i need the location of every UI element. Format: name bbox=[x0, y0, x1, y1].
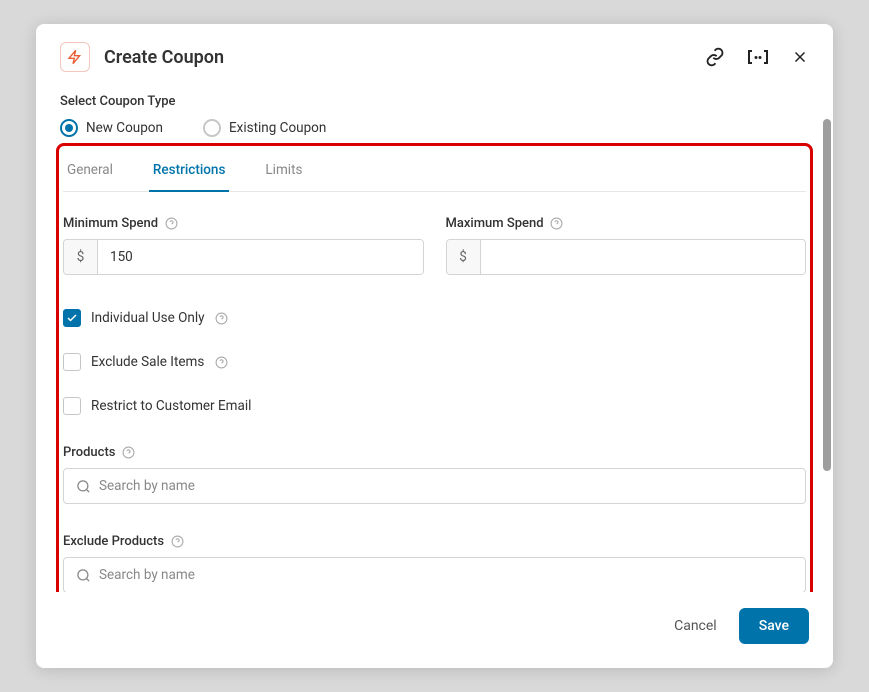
min-spend-label: Minimum Spend bbox=[63, 216, 424, 231]
min-spend-input[interactable] bbox=[98, 240, 423, 274]
exclude-products-search-wrapper bbox=[63, 557, 806, 592]
close-icon[interactable] bbox=[791, 48, 809, 66]
radio-existing-coupon[interactable]: Existing Coupon bbox=[203, 119, 326, 137]
products-search-wrapper bbox=[63, 468, 806, 504]
individual-use-checkbox[interactable] bbox=[63, 309, 81, 327]
max-spend-label: Maximum Spend bbox=[446, 216, 807, 231]
help-icon[interactable] bbox=[164, 217, 178, 231]
restrict-email-row: Restrict to Customer Email bbox=[63, 397, 806, 415]
save-button[interactable]: Save bbox=[739, 608, 809, 644]
help-icon[interactable] bbox=[215, 311, 229, 325]
products-label-text: Products bbox=[63, 445, 115, 460]
tab-general[interactable]: General bbox=[63, 152, 117, 192]
search-icon bbox=[76, 568, 91, 583]
help-icon[interactable] bbox=[170, 535, 184, 549]
currency-prefix: $ bbox=[447, 240, 481, 274]
restrict-email-label: Restrict to Customer Email bbox=[91, 398, 251, 414]
spend-row: Minimum Spend $ Maximum Spend $ bbox=[63, 216, 806, 275]
search-icon bbox=[76, 479, 91, 494]
help-icon[interactable] bbox=[121, 446, 135, 460]
lightning-icon bbox=[60, 42, 90, 72]
currency-prefix: $ bbox=[64, 240, 98, 274]
tab-restrictions[interactable]: Restrictions bbox=[149, 152, 230, 192]
help-icon[interactable] bbox=[550, 217, 564, 231]
max-spend-field: Maximum Spend $ bbox=[446, 216, 807, 275]
individual-use-label: Individual Use Only bbox=[91, 310, 205, 326]
tab-limits[interactable]: Limits bbox=[261, 152, 306, 192]
exclude-products-section: Exclude Products bbox=[63, 534, 806, 592]
modal-header: Create Coupon bbox=[36, 24, 833, 84]
shortcode-icon[interactable] bbox=[747, 48, 769, 66]
radio-new-coupon-label: New Coupon bbox=[86, 120, 163, 136]
checkbox-group: Individual Use Only Exclude Sale Items R… bbox=[63, 309, 806, 415]
tabs: General Restrictions Limits bbox=[63, 146, 806, 192]
min-spend-input-group: $ bbox=[63, 239, 424, 275]
min-spend-field: Minimum Spend $ bbox=[63, 216, 424, 275]
coupon-type-radio-group: New Coupon Existing Coupon bbox=[60, 119, 809, 137]
create-coupon-modal: Create Coupon Select Coupon Type New Cou… bbox=[36, 24, 833, 668]
modal-title: Create Coupon bbox=[104, 47, 705, 68]
min-spend-label-text: Minimum Spend bbox=[63, 216, 158, 231]
products-section: Products bbox=[63, 445, 806, 504]
radio-new-coupon[interactable]: New Coupon bbox=[60, 119, 163, 137]
restrict-email-checkbox[interactable] bbox=[63, 397, 81, 415]
coupon-type-label: Select Coupon Type bbox=[60, 94, 809, 109]
exclude-products-label-text: Exclude Products bbox=[63, 534, 164, 549]
exclude-products-label: Exclude Products bbox=[63, 534, 806, 549]
exclude-sale-row: Exclude Sale Items bbox=[63, 353, 806, 371]
help-icon[interactable] bbox=[214, 355, 228, 369]
radio-existing-coupon-label: Existing Coupon bbox=[229, 120, 326, 136]
header-actions bbox=[705, 47, 809, 67]
cancel-button[interactable]: Cancel bbox=[670, 610, 721, 642]
modal-body: Select Coupon Type New Coupon Existing C… bbox=[36, 84, 833, 592]
products-search-input[interactable] bbox=[99, 478, 793, 494]
radio-circle-unchecked bbox=[203, 119, 221, 137]
products-label: Products bbox=[63, 445, 806, 460]
exclude-sale-label: Exclude Sale Items bbox=[91, 354, 204, 370]
radio-circle-checked bbox=[60, 119, 78, 137]
modal-footer: Cancel Save bbox=[36, 592, 833, 668]
max-spend-input[interactable] bbox=[481, 240, 806, 274]
exclude-products-search-input[interactable] bbox=[99, 567, 793, 583]
max-spend-input-group: $ bbox=[446, 239, 807, 275]
scrollbar[interactable] bbox=[823, 119, 831, 471]
individual-use-row: Individual Use Only bbox=[63, 309, 806, 327]
max-spend-label-text: Maximum Spend bbox=[446, 216, 544, 231]
exclude-sale-checkbox[interactable] bbox=[63, 353, 81, 371]
link-icon[interactable] bbox=[705, 47, 725, 67]
restrictions-panel: General Restrictions Limits Minimum Spen… bbox=[56, 143, 813, 592]
